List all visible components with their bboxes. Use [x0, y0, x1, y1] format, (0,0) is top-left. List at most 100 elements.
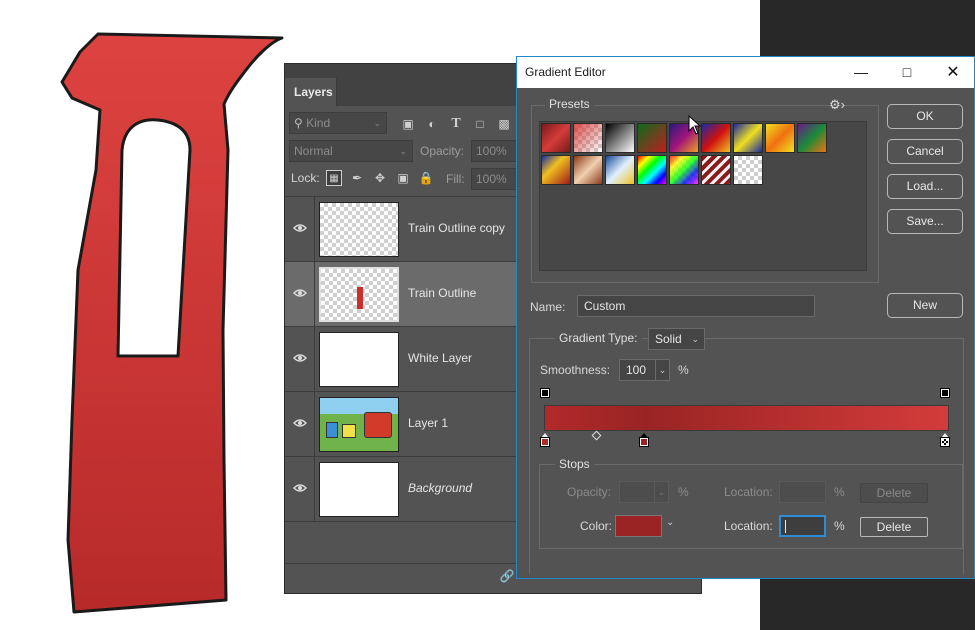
eye-icon — [293, 419, 307, 427]
name-label: Name: — [530, 300, 566, 314]
layer-fill-input[interactable]: 100% — [471, 168, 517, 190]
layer-thumbnail — [319, 202, 399, 257]
gradient-name-input[interactable]: Custom — [577, 295, 815, 317]
layer-thumbnail — [319, 462, 399, 517]
lock-position-icon[interactable]: ✥ — [372, 170, 388, 186]
chevron-down-icon: ⌄ — [654, 482, 668, 502]
filter-shape-icon[interactable]: □ — [472, 116, 488, 132]
tab-layers[interactable]: Layers — [285, 78, 337, 106]
ok-button[interactable]: OK — [887, 104, 963, 129]
chevron-down-icon: ⌄ — [691, 334, 699, 344]
layer-thumbnail — [319, 397, 399, 452]
opacity-stop-left[interactable] — [540, 388, 550, 398]
visibility-toggle[interactable] — [285, 392, 315, 457]
preset-swatch[interactable] — [765, 123, 795, 153]
visibility-toggle[interactable] — [285, 457, 315, 522]
thumbnail-red-shape — [357, 287, 363, 309]
save-button[interactable]: Save... — [887, 209, 963, 234]
preset-swatch[interactable] — [733, 123, 763, 153]
thumbnail-car — [342, 424, 356, 438]
color-stop-right[interactable] — [940, 433, 950, 447]
smoothness-label: Smoothness: — [540, 363, 611, 377]
presets-label: Presets — [545, 97, 594, 111]
visibility-toggle[interactable] — [285, 197, 315, 262]
chevron-down-icon: ⌄ — [373, 118, 381, 128]
layer-name: White Layer — [408, 351, 473, 365]
mouse-pointer-icon — [688, 115, 702, 135]
stop-color-swatch[interactable] — [615, 515, 662, 537]
layer-thumbnail — [319, 332, 399, 387]
opacity-delete-button: Delete — [860, 483, 928, 503]
close-button[interactable]: ✕ — [930, 57, 975, 88]
visibility-toggle[interactable] — [285, 262, 315, 327]
lock-all-icon[interactable]: 🔒 — [418, 170, 434, 186]
smoothness-value: 100 — [626, 363, 647, 377]
layer-name: Background — [408, 481, 473, 495]
opacity-label: Opacity: — [420, 144, 465, 158]
preset-swatch[interactable] — [669, 155, 699, 185]
filter-type-icon[interactable]: T — [448, 116, 464, 132]
filter-kind-select[interactable]: ⚲ Kind ⌄ — [289, 112, 387, 134]
filter-smart-object-icon[interactable]: ▩ — [496, 116, 512, 132]
layer-name: Layer 1 — [408, 416, 449, 430]
preset-swatch[interactable] — [573, 123, 603, 153]
search-icon: ⚲ — [294, 116, 303, 130]
fill-label: Fill: — [446, 172, 465, 186]
preset-swatch[interactable] — [733, 155, 763, 185]
train-outline-artwork — [60, 32, 284, 614]
smoothness-input[interactable]: 100 ⌄ — [619, 359, 670, 381]
link-layers-icon[interactable]: 🔗 — [499, 568, 515, 584]
preset-swatch[interactable] — [637, 123, 667, 153]
gradient-type-select[interactable]: Solid ⌄ — [648, 328, 705, 350]
gradient-preview-bar[interactable] — [544, 405, 949, 431]
presets-gear-icon[interactable]: ⚙› — [829, 97, 845, 113]
lock-transparent-pixels-icon[interactable]: ▦ — [326, 170, 342, 186]
filter-adjustment-icon[interactable]: ◐ — [424, 116, 440, 132]
filter-kind-label: Kind — [306, 116, 331, 130]
lock-artboard-icon[interactable]: ▣ — [395, 170, 411, 186]
maximize-button[interactable]: □ — [884, 57, 930, 88]
gradient-type-label: Gradient Type: — [555, 331, 642, 345]
preset-swatch[interactable] — [797, 123, 827, 153]
lock-image-pixels-icon[interactable]: ✒ — [349, 170, 365, 186]
lock-label: Lock: — [291, 171, 320, 185]
smoothness-percent: % — [678, 363, 689, 377]
color-stop-selected[interactable] — [639, 433, 649, 447]
stop-opacity-label: Opacity: — [567, 485, 612, 499]
chevron-down-icon: ⌄ — [655, 360, 669, 380]
color-stop-left[interactable] — [540, 433, 550, 447]
preset-swatch[interactable] — [637, 155, 667, 185]
dialog-title-bar[interactable]: Gradient Editor — □ ✕ — [517, 57, 974, 88]
minimize-button[interactable]: — — [838, 57, 884, 88]
color-location-label: Location: — [724, 519, 773, 533]
cancel-button[interactable]: Cancel — [887, 139, 963, 164]
eye-icon — [293, 354, 307, 362]
stop-opacity-percent: % — [678, 485, 689, 499]
preset-swatch[interactable] — [701, 123, 731, 153]
preset-swatch[interactable] — [541, 155, 571, 185]
chevron-down-icon: ⌄ — [399, 146, 407, 156]
stop-color-label: Color: — [580, 519, 613, 533]
filter-pixel-icon[interactable]: ▣ — [400, 116, 416, 132]
opacity-stop-right[interactable] — [940, 388, 950, 398]
preset-swatch[interactable] — [541, 123, 571, 153]
preset-swatch[interactable] — [605, 155, 635, 185]
layer-name: Train Outline — [408, 286, 477, 300]
gradient-editor-dialog: Gradient Editor — □ ✕ Presets ⚙› OK Canc… — [516, 56, 975, 579]
blend-mode-select[interactable]: Normal ⌄ — [289, 140, 413, 162]
stop-opacity-input: ⌄ — [619, 481, 669, 503]
color-location-input[interactable] — [779, 515, 826, 537]
visibility-toggle[interactable] — [285, 327, 315, 392]
color-delete-button[interactable]: Delete — [860, 517, 928, 537]
preset-swatch[interactable] — [701, 155, 731, 185]
preset-swatch[interactable] — [573, 155, 603, 185]
new-button[interactable]: New — [887, 293, 963, 318]
layer-thumbnail — [319, 267, 399, 322]
chevron-down-icon[interactable]: ⌄ — [666, 517, 674, 528]
load-button[interactable]: Load... — [887, 174, 963, 199]
opacity-location-input — [779, 481, 826, 503]
thumbnail-train — [364, 412, 392, 438]
layer-opacity-input[interactable]: 100% — [471, 140, 517, 162]
preset-swatch[interactable] — [605, 123, 635, 153]
eye-icon — [293, 289, 307, 297]
